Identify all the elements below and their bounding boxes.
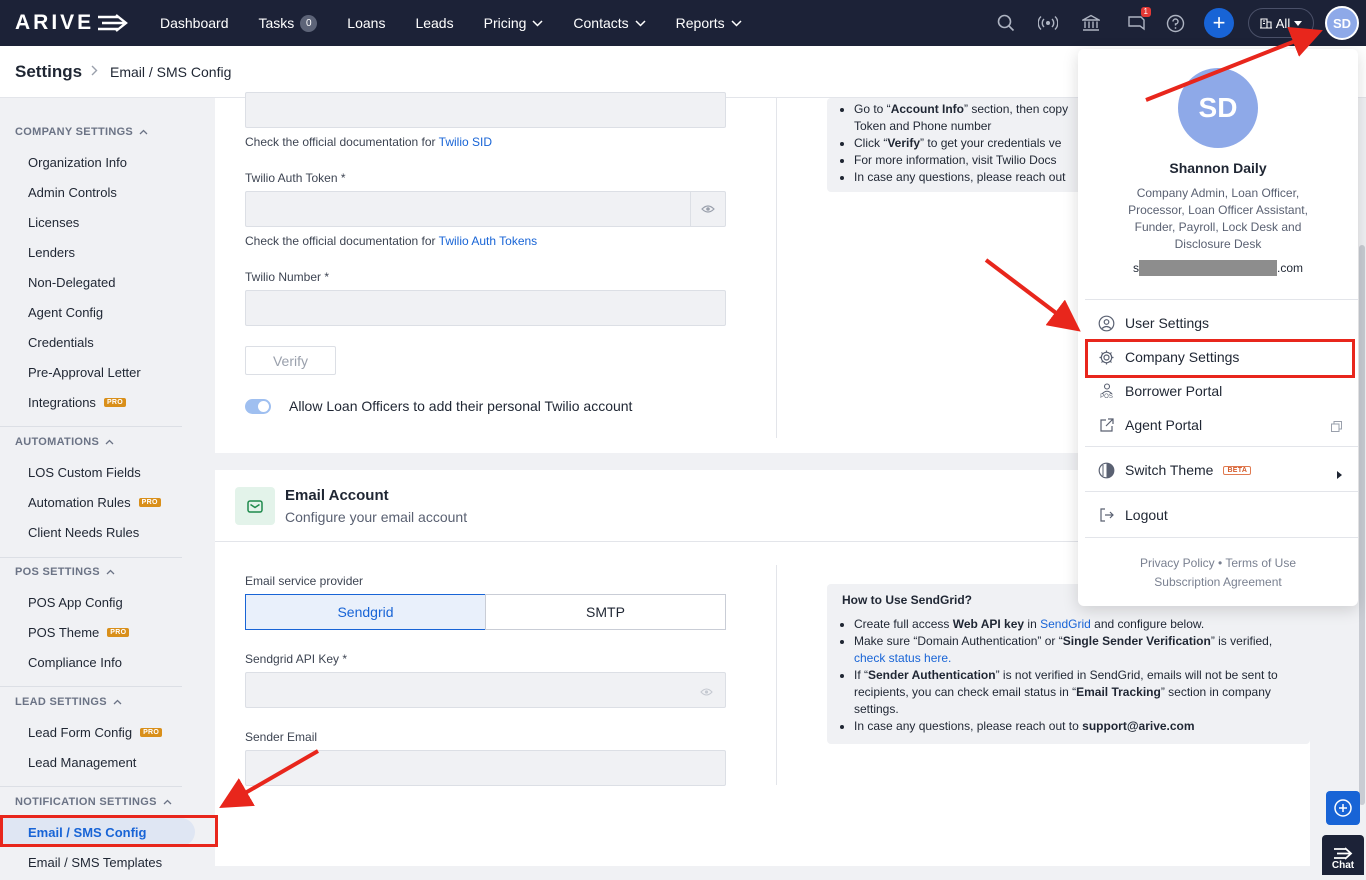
floating-add-button[interactable] — [1326, 791, 1360, 825]
arrow-to-avatar — [1145, 26, 1323, 102]
chat-button[interactable]: Chat — [1322, 835, 1364, 875]
arrow-to-email-sms-config — [219, 749, 319, 808]
chat-arrow-icon — [1334, 847, 1353, 860]
arrow-to-company-settings — [984, 258, 1081, 332]
plus-circle-icon — [1334, 799, 1352, 817]
annotation-arrows — [219, 26, 1323, 808]
